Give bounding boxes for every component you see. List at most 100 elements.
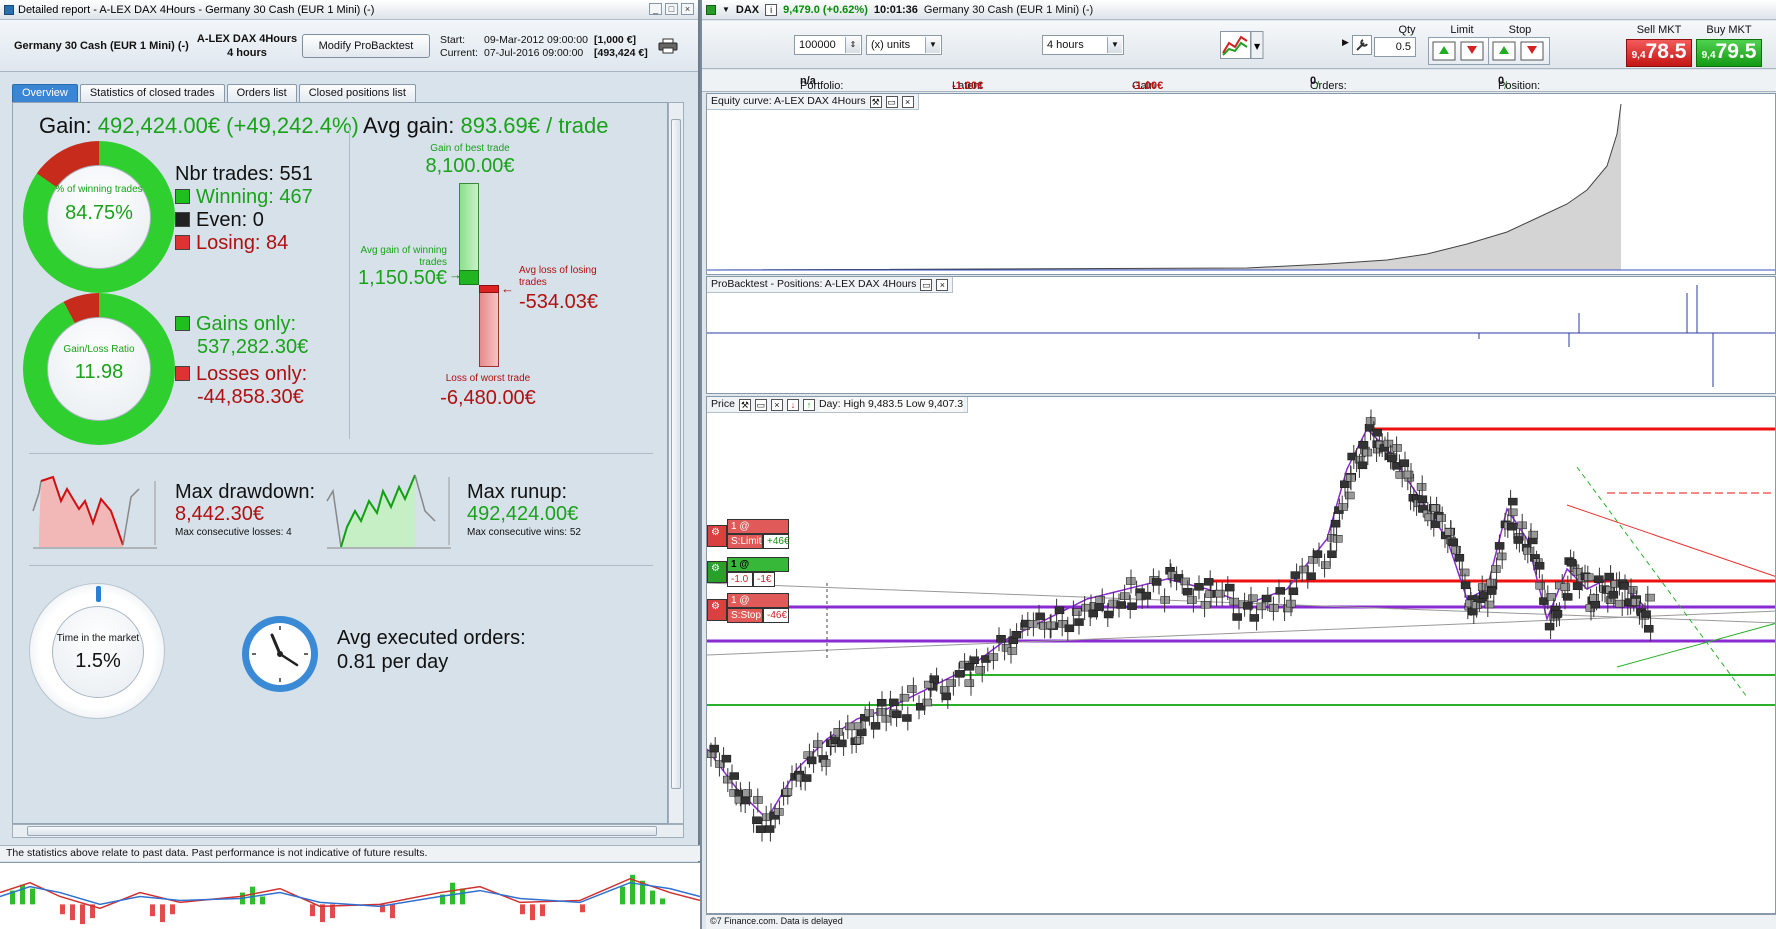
trade-marker — [1383, 439, 1394, 448]
limit-order-buttons[interactable] — [1428, 37, 1490, 65]
buy-market-button[interactable]: 9,479.5 — [1696, 39, 1762, 67]
gain-today-value: -1.00€ — [1132, 80, 1164, 92]
trade-marker — [1275, 587, 1286, 595]
max-consecutive-wins: Max consecutive wins: 52 — [467, 527, 581, 538]
close-icon[interactable]: × — [770, 398, 783, 411]
trade-marker — [1229, 597, 1239, 606]
stop-order-buttons[interactable] — [1488, 37, 1550, 65]
trade-marker — [1035, 612, 1045, 621]
trade-marker — [1330, 519, 1341, 528]
quantity-input[interactable]: 100000 ⇕ — [794, 35, 862, 55]
losses-only-value: -44,858.30€ — [197, 386, 304, 408]
wrench-icon[interactable]: ⚒ — [869, 95, 882, 108]
trade-marker — [729, 772, 739, 780]
trade-marker — [1641, 610, 1651, 618]
report-vscroll-thumb[interactable] — [671, 119, 681, 789]
gear-icon[interactable]: ⚙ — [707, 561, 727, 583]
avg-loss-label: Avg loss of losing trades — [519, 265, 597, 288]
quantity-spinner-icon[interactable]: ⇕ — [845, 37, 860, 53]
equity-curve-chart[interactable]: Equity curve: A-LEX DAX 4Hours ⚒ ▭ × — [706, 93, 1776, 275]
latent-gain-value: -1.00€ — [952, 80, 984, 92]
info-icon[interactable]: i — [765, 3, 778, 16]
close-icon[interactable]: × — [901, 95, 914, 108]
settings-wrench-icon[interactable] — [1352, 35, 1372, 55]
chart-type-icon[interactable]: ▼ — [1220, 31, 1264, 59]
stop-order-price: 1 @ 9,433.5 — [727, 593, 789, 620]
sell-mkt-label: Sell MKT — [1636, 24, 1682, 36]
trade-marker — [899, 693, 910, 702]
wrench-icon[interactable]: ⚒ — [738, 398, 751, 411]
trade-marker — [1327, 550, 1337, 558]
report-tabs: Overview Statistics of closed trades Ord… — [12, 84, 416, 102]
start-capital: [1,000 €] — [594, 34, 637, 46]
trade-marker — [1535, 581, 1545, 590]
print-icon[interactable] — [658, 38, 678, 54]
report-window-title: Detailed report - A-LEX DAX 4Hours - Ger… — [18, 3, 375, 16]
current-date: 07-Jul-2016 09:00:00 — [484, 47, 584, 59]
chart-window-icon — [706, 4, 716, 15]
trade-marker — [964, 663, 975, 671]
chevron-down-icon[interactable]: ▼ — [1107, 37, 1122, 53]
modify-probacktest-button[interactable]: Modify ProBacktest — [302, 34, 430, 58]
chevron-down-icon[interactable]: ▼ — [925, 37, 940, 53]
gear-icon[interactable]: ⚙ — [707, 599, 727, 621]
separator — [29, 565, 653, 566]
dropdown-icon[interactable]: ▼ — [722, 5, 730, 14]
sell-price-prefix: 9,4 — [1631, 50, 1646, 61]
window-icon[interactable]: ▭ — [885, 95, 898, 108]
portfolio-label: Portfolio: — [800, 80, 844, 92]
trade-marker — [1604, 572, 1614, 581]
units-select[interactable]: (x) units ▼ — [866, 35, 942, 55]
gain-best-label: Gain of best trade — [430, 143, 510, 154]
report-vertical-scrollbar[interactable] — [668, 102, 684, 824]
system-timeframe-line: 4 hours — [227, 47, 267, 59]
sell-market-button[interactable]: 9,478.5 — [1626, 39, 1692, 67]
report-titlebar[interactable]: Detailed report - A-LEX DAX 4Hours - Ger… — [0, 0, 698, 20]
trade-marker — [845, 722, 855, 731]
maximize-button[interactable]: □ — [665, 3, 678, 15]
trade-marker — [1468, 607, 1478, 616]
window-icon[interactable]: ▭ — [920, 278, 933, 291]
sell-marker-icon[interactable]: ↓ — [786, 398, 799, 411]
timeframe-select[interactable]: 4 hours ▼ — [1042, 35, 1124, 55]
limit-label: Limit — [1450, 24, 1474, 36]
tab-statistics-closed-trades[interactable]: Statistics of closed trades — [79, 84, 225, 102]
avg-loss-value: -534.03€ — [519, 291, 598, 313]
positions-chart[interactable]: ProBacktest - Positions: A-LEX DAX 4Hour… — [706, 276, 1776, 394]
close-icon[interactable]: × — [936, 278, 949, 291]
max-runup-value: 492,424.00€ — [467, 503, 579, 525]
gl-ratio-label: Gain/Loss Ratio — [63, 344, 135, 355]
order-qty-input[interactable]: 0.5 — [1374, 37, 1416, 57]
gain-loss-ratio-donut-center: Gain/Loss Ratio 11.98 — [47, 317, 151, 421]
price-chart[interactable]: Price ⚒ ▭ × ↓ ↑ Day: High 9,483.5 Low 9,… — [706, 396, 1776, 914]
trade-marker — [709, 744, 719, 753]
time-in-market-gauge: Time in the market 1.5% — [29, 583, 165, 719]
worst-trade-bar — [479, 285, 499, 367]
max-drawdown-label: Max drawdown: — [175, 481, 316, 503]
minimize-button[interactable]: _ — [649, 3, 662, 15]
buy-marker-icon[interactable]: ↑ — [802, 398, 815, 411]
losses-legend-swatch — [175, 366, 190, 381]
panel-toggle-icon[interactable]: ▶ — [1342, 37, 1349, 48]
platform-titlebar[interactable]: ▼ DAX i 9,479.0 (+0.62%) 10:01:36 German… — [702, 0, 1776, 20]
gear-icon[interactable]: ⚙ — [707, 525, 727, 547]
trade-marker — [764, 825, 775, 833]
trade-marker — [1333, 534, 1343, 543]
trade-marker — [1436, 514, 1446, 522]
report-horizontal-scrollbar[interactable] — [12, 824, 684, 838]
report-hscroll-thumb[interactable] — [27, 826, 657, 836]
platform-price: 9,479.0 (+0.62%) — [783, 3, 868, 16]
window-icon[interactable]: ▭ — [754, 398, 767, 411]
trade-marker — [774, 808, 784, 816]
trade-marker — [1566, 558, 1577, 567]
trade-marker — [742, 789, 752, 797]
tab-overview[interactable]: Overview — [12, 84, 78, 102]
avg-win-value: 1,150.50€ — [358, 267, 447, 289]
units-select-value: (x) units — [871, 39, 911, 51]
tab-closed-positions-list[interactable]: Closed positions list — [298, 84, 416, 102]
trade-marker — [1614, 599, 1625, 608]
close-button[interactable]: × — [681, 3, 694, 15]
tab-orders-list[interactable]: Orders list — [226, 84, 297, 102]
trade-marker — [1127, 602, 1137, 610]
trade-marker — [1444, 528, 1455, 536]
